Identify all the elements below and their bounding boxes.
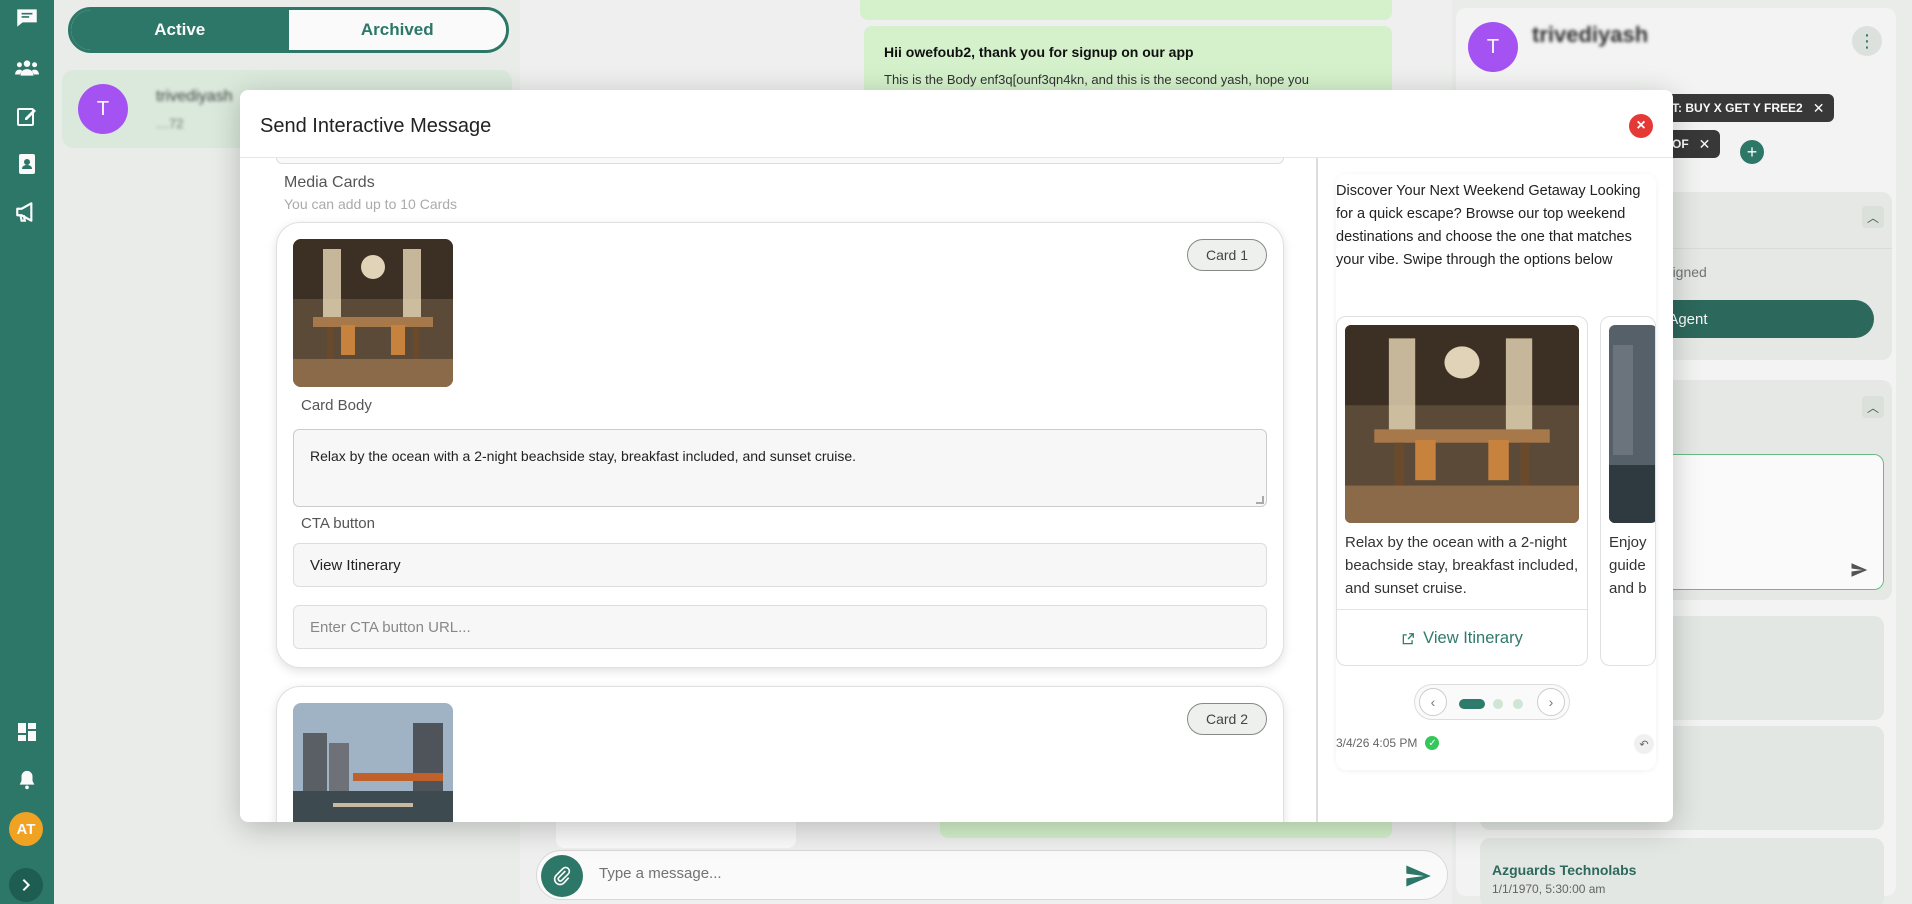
card-image[interactable] <box>293 239 453 387</box>
preview-card-image <box>1609 325 1655 523</box>
message-preview: Discover Your Next Weekend Getaway Looki… <box>1336 174 1656 770</box>
pager-dot-active[interactable] <box>1459 699 1485 709</box>
preview-body-text: Discover Your Next Weekend Getaway Looki… <box>1336 183 1641 268</box>
close-icon[interactable]: × <box>1629 114 1653 138</box>
pager-dot[interactable] <box>1493 699 1503 709</box>
resize-handle-icon[interactable] <box>1256 496 1264 504</box>
preview-cta-label: View Itinerary <box>1423 629 1523 647</box>
cta-text-input[interactable]: View Itinerary <box>293 543 1267 587</box>
media-card-2: Card 2 <box>276 686 1284 822</box>
preview-card-caption: Enjoy guide and b <box>1609 534 1647 597</box>
external-link-icon <box>1402 632 1415 644</box>
chevron-left-icon[interactable]: ‹ <box>1419 688 1447 716</box>
send-interactive-message-modal: Send Interactive Message × Media Cards Y… <box>240 90 1673 822</box>
carousel-pager: ‹ › <box>1414 684 1570 720</box>
card-number-badge: Card 2 <box>1187 703 1267 735</box>
cta-button-label: CTA button <box>301 515 375 532</box>
preview-card-next: Enjoy guide and b <box>1600 316 1656 666</box>
card-body-textarea[interactable]: Relax by the ocean with a 2-night beachs… <box>293 429 1267 507</box>
previous-field[interactable] <box>276 158 1284 164</box>
card-number-badge: Card 1 <box>1187 239 1267 271</box>
preview-cta-button[interactable]: View Itinerary <box>1337 609 1587 665</box>
modal-title: Send Interactive Message <box>260 115 492 137</box>
preview-timestamp: 3/4/26 4:05 PM ✓ <box>1336 736 1440 750</box>
cta-url-input[interactable]: Enter CTA button URL... <box>293 605 1267 649</box>
card-body-text: Relax by the ocean with a 2-night beachs… <box>310 448 857 464</box>
card-body-label: Card Body <box>301 397 372 414</box>
reply-icon[interactable]: ↶ <box>1634 734 1654 754</box>
preview-card-image <box>1345 325 1579 523</box>
timestamp-text: 3/4/26 4:05 PM <box>1336 736 1418 750</box>
delivered-check-icon: ✓ <box>1425 736 1440 750</box>
panel-divider <box>1316 158 1318 822</box>
media-card-1: Card 1 Card Body Relax by the ocean with… <box>276 222 1284 668</box>
media-cards-label: Media Cards <box>284 174 375 191</box>
pager-dot[interactable] <box>1513 699 1523 709</box>
message-editor: Media Cards You can add up to 10 Cards C… <box>240 158 1316 822</box>
media-cards-hint: You can add up to 10 Cards <box>284 196 458 212</box>
card-image[interactable] <box>293 703 453 822</box>
preview-card: Relax by the ocean with a 2-night beachs… <box>1336 316 1588 666</box>
preview-card-caption: Relax by the ocean with a 2-night beachs… <box>1345 534 1579 597</box>
modal-header: Send Interactive Message × <box>240 90 1673 158</box>
chevron-right-icon[interactable]: › <box>1537 688 1565 716</box>
